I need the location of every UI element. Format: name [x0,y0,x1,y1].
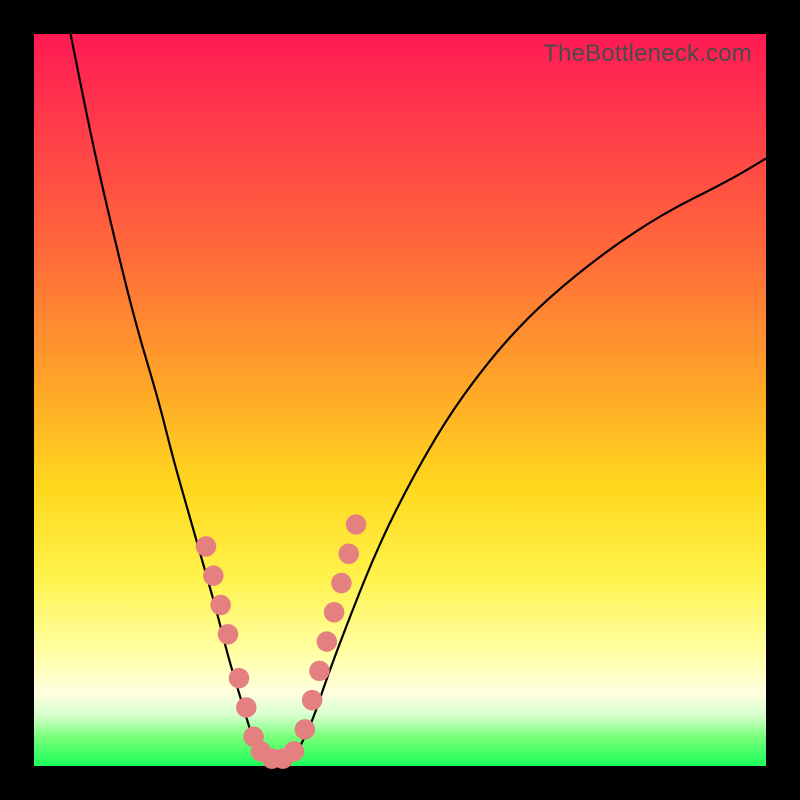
marker-dot [339,543,359,563]
marker-dot [236,697,256,717]
marker-dot [284,741,304,761]
marker-dot [196,536,216,556]
chart-frame: TheBottleneck.com [0,0,800,800]
marker-dot [295,719,315,739]
marker-dot [346,514,366,534]
chart-svg [34,34,766,766]
marker-dot [309,661,329,681]
marker-dot [302,690,322,710]
plot-area: TheBottleneck.com [34,34,766,766]
marker-dot [210,595,230,615]
marker-dot [324,602,344,622]
marker-dot [218,624,238,644]
marker-dot [317,631,337,651]
marker-dot [203,565,223,585]
marker-dot [331,573,351,593]
marker-dot [229,668,249,688]
curve-right-curve [298,158,766,751]
curve-group [71,34,766,759]
